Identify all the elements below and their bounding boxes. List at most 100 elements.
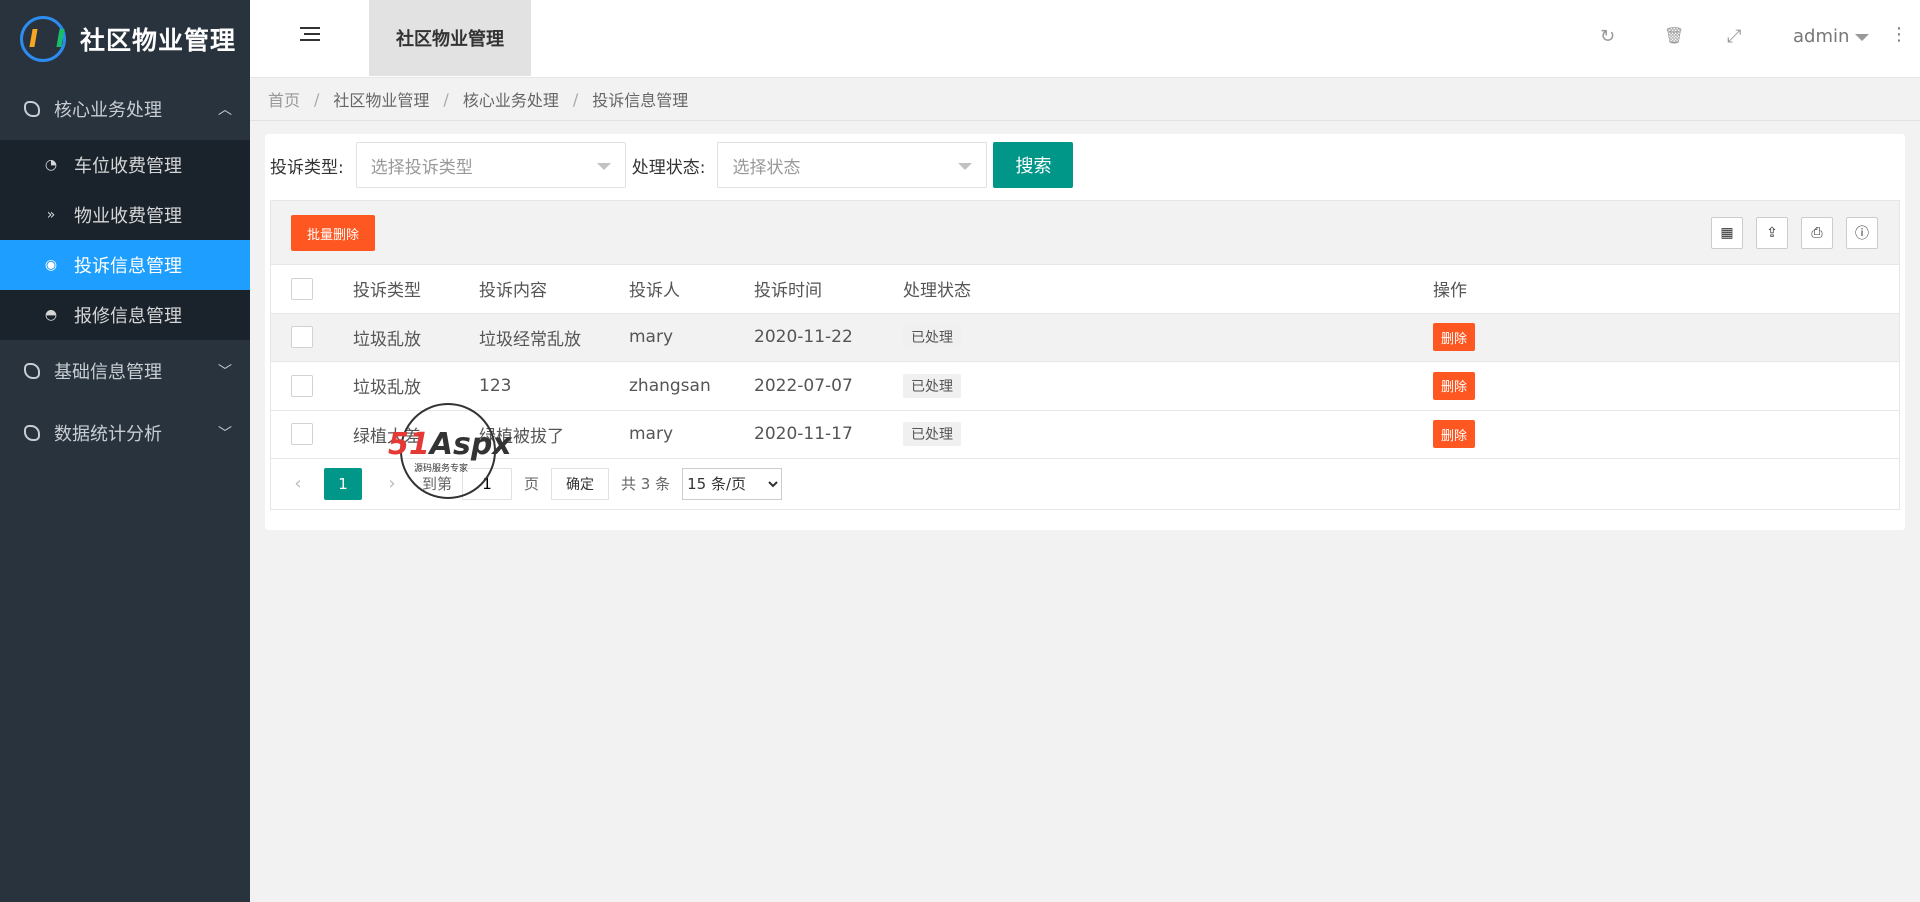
cell-type: 垃圾乱放 xyxy=(353,313,479,362)
next-page-icon[interactable]: › xyxy=(380,473,404,494)
menu-group-basic-info[interactable]: 基础信息管理 ﹀ xyxy=(0,340,250,402)
cell-type: 绿植太差 xyxy=(353,410,479,459)
column-header: 投诉类型 xyxy=(353,265,479,314)
select-placeholder: 选择状态 xyxy=(732,157,801,178)
column-header: 处理状态 xyxy=(903,265,1433,314)
page-size-select[interactable]: 15 条/页 xyxy=(682,467,783,500)
columns-icon[interactable]: ▦ xyxy=(1711,217,1743,249)
row-checkbox-cell xyxy=(271,410,353,459)
delete-button[interactable]: 删除 xyxy=(1433,323,1475,351)
data-table: 投诉类型 投诉内容 投诉人 投诉时间 处理状态 操作 垃圾乱放 垃圾经常乱放 m… xyxy=(271,265,1899,459)
cell-type: 垃圾乱放 xyxy=(353,361,479,411)
page-1-button[interactable]: 1 xyxy=(324,467,362,500)
sidebar-item-repair-info[interactable]: ◓ 报修信息管理 xyxy=(0,290,250,340)
print-icon[interactable]: ⎙ xyxy=(1801,217,1833,249)
cell-time: 2022-07-07 xyxy=(754,361,903,411)
toggle-bar xyxy=(304,33,320,35)
target-icon: ◉ xyxy=(44,257,58,273)
row-checkbox[interactable] xyxy=(291,423,313,445)
prev-page-icon[interactable]: ‹ xyxy=(286,473,310,494)
logo: 社区物业管理 xyxy=(0,0,250,78)
status-select[interactable]: 选择状态 xyxy=(717,142,988,188)
caret-down-icon xyxy=(1855,33,1870,41)
table-row: 绿植太差 绿植被拔了 mary 2020-11-17 已处理 删除 xyxy=(271,410,1899,459)
menu-group-core-business[interactable]: 核心业务处理 ︿ xyxy=(0,78,250,140)
goto-confirm-button[interactable]: 确定 xyxy=(551,467,610,500)
divider xyxy=(250,120,1920,121)
leaf-icon xyxy=(24,101,40,117)
cell-action: 删除 xyxy=(1433,410,1899,459)
cell-person: zhangsan xyxy=(629,361,754,411)
chevron-down-icon: ﹀ xyxy=(218,426,232,442)
row-checkbox[interactable] xyxy=(291,326,313,348)
row-checkbox-cell xyxy=(271,361,353,411)
header-checkbox-cell xyxy=(271,265,353,314)
cell-action: 删除 xyxy=(1433,361,1899,411)
search-button[interactable]: 搜索 xyxy=(993,142,1074,188)
more-icon[interactable]: ⋮ xyxy=(1890,24,1908,45)
table-row: 垃圾乱放 垃圾经常乱放 mary 2020-11-22 已处理 删除 xyxy=(271,313,1899,362)
sidebar-item-parking-fee[interactable]: ◔ 车位收费管理 xyxy=(0,140,250,190)
breadcrumb-separator: / xyxy=(443,89,449,109)
trash-icon[interactable]: 🗑 xyxy=(1664,26,1684,45)
table-toolbar: 批量删除 ▦ ⇪ ⎙ ⓘ xyxy=(271,201,1899,265)
app-title: 社区物业管理 xyxy=(80,26,237,55)
chart-circle-icon: ◓ xyxy=(44,307,58,323)
caret-down-icon xyxy=(596,163,611,170)
breadcrumb-current: 投诉信息管理 xyxy=(592,91,689,110)
sidebar-item-label: 投诉信息管理 xyxy=(74,256,182,277)
cell-status: 已处理 xyxy=(903,361,1433,411)
info-icon[interactable]: ⓘ xyxy=(1846,217,1878,249)
cell-time: 2020-11-22 xyxy=(754,313,903,362)
sidebar-item-property-fee[interactable]: » 物业收费管理 xyxy=(0,190,250,240)
menu-toggle-icon[interactable] xyxy=(300,27,320,47)
export-icon[interactable]: ⇪ xyxy=(1756,217,1788,249)
column-header: 操作 xyxy=(1433,265,1899,314)
chevron-double-down-icon: » xyxy=(46,207,56,223)
leaf-icon xyxy=(24,425,40,441)
goto-page-input[interactable] xyxy=(462,467,513,500)
user-menu[interactable]: admin xyxy=(1793,26,1870,47)
leaf-icon xyxy=(24,363,40,379)
total-count: 共 3 条 xyxy=(621,475,671,493)
breadcrumb-item[interactable]: 核心业务处理 xyxy=(463,87,559,111)
sidebar-item-complaint-info[interactable]: ◉ 投诉信息管理 xyxy=(0,240,250,290)
column-header: 投诉内容 xyxy=(479,265,629,314)
batch-delete-button[interactable]: 批量删除 xyxy=(291,215,375,251)
page-unit-label: 页 xyxy=(524,475,540,493)
toggle-bar xyxy=(300,39,320,41)
refresh-icon[interactable]: ↻ xyxy=(1600,26,1615,47)
menu-group-statistics[interactable]: 数据统计分析 ﹀ xyxy=(0,402,250,464)
complaint-type-select[interactable]: 选择投诉类型 xyxy=(355,142,626,188)
fullscreen-icon[interactable]: ⤢ xyxy=(1727,26,1741,47)
table-row: 垃圾乱放 123 zhangsan 2022-07-07 已处理 删除 xyxy=(271,361,1899,411)
breadcrumb-home[interactable]: 首页 xyxy=(268,87,300,111)
cell-content: 123 xyxy=(479,361,629,411)
status-badge: 已处理 xyxy=(903,325,961,349)
delete-button[interactable]: 删除 xyxy=(1433,420,1475,448)
status-label: 处理状态: xyxy=(631,157,706,178)
cell-person: mary xyxy=(629,313,754,362)
tab-community-property[interactable]: 社区物业管理 xyxy=(369,0,531,76)
top-header: 社区物业管理 ↻ 🗑 ⤢ admin ⋮ xyxy=(250,0,1920,78)
sidebar-item-label: 车位收费管理 xyxy=(74,156,182,177)
caret-down-icon xyxy=(958,163,973,170)
submenu-core-business: ◔ 车位收费管理 » 物业收费管理 ◉ 投诉信息管理 ◓ 报修信息管理 xyxy=(0,140,250,340)
breadcrumb: 首页 / 社区物业管理 / 核心业务处理 / 投诉信息管理 xyxy=(268,86,688,112)
cell-content: 垃圾经常乱放 xyxy=(479,313,629,362)
row-checkbox[interactable] xyxy=(291,374,313,397)
column-header: 投诉时间 xyxy=(754,265,903,314)
search-form: 投诉类型: 选择投诉类型 处理状态: 选择状态 搜索 xyxy=(270,142,1074,188)
chevron-up-icon: ︿ xyxy=(218,102,232,118)
goto-label: 到第 xyxy=(422,475,453,493)
main-panel: 投诉类型: 选择投诉类型 处理状态: 选择状态 搜索 批量删除 ▦ ⇪ ⎙ ⓘ xyxy=(265,134,1905,530)
complaint-type-label: 投诉类型: xyxy=(270,157,344,178)
dashboard-icon: ◔ xyxy=(44,157,58,173)
breadcrumb-item[interactable]: 社区物业管理 xyxy=(333,87,429,111)
cell-status: 已处理 xyxy=(903,313,1433,362)
delete-button[interactable]: 删除 xyxy=(1433,371,1475,400)
cell-content: 绿植被拔了 xyxy=(479,410,629,459)
sidebar: 社区物业管理 核心业务处理 ︿ ◔ 车位收费管理 » 物业收费管理 ◉ 投诉信息… xyxy=(0,0,250,902)
complaint-table: 批量删除 ▦ ⇪ ⎙ ⓘ 投诉类型 投诉内容 投诉人 投诉时间 处理状态 操作 xyxy=(270,200,1900,510)
select-all-checkbox[interactable] xyxy=(291,277,313,300)
